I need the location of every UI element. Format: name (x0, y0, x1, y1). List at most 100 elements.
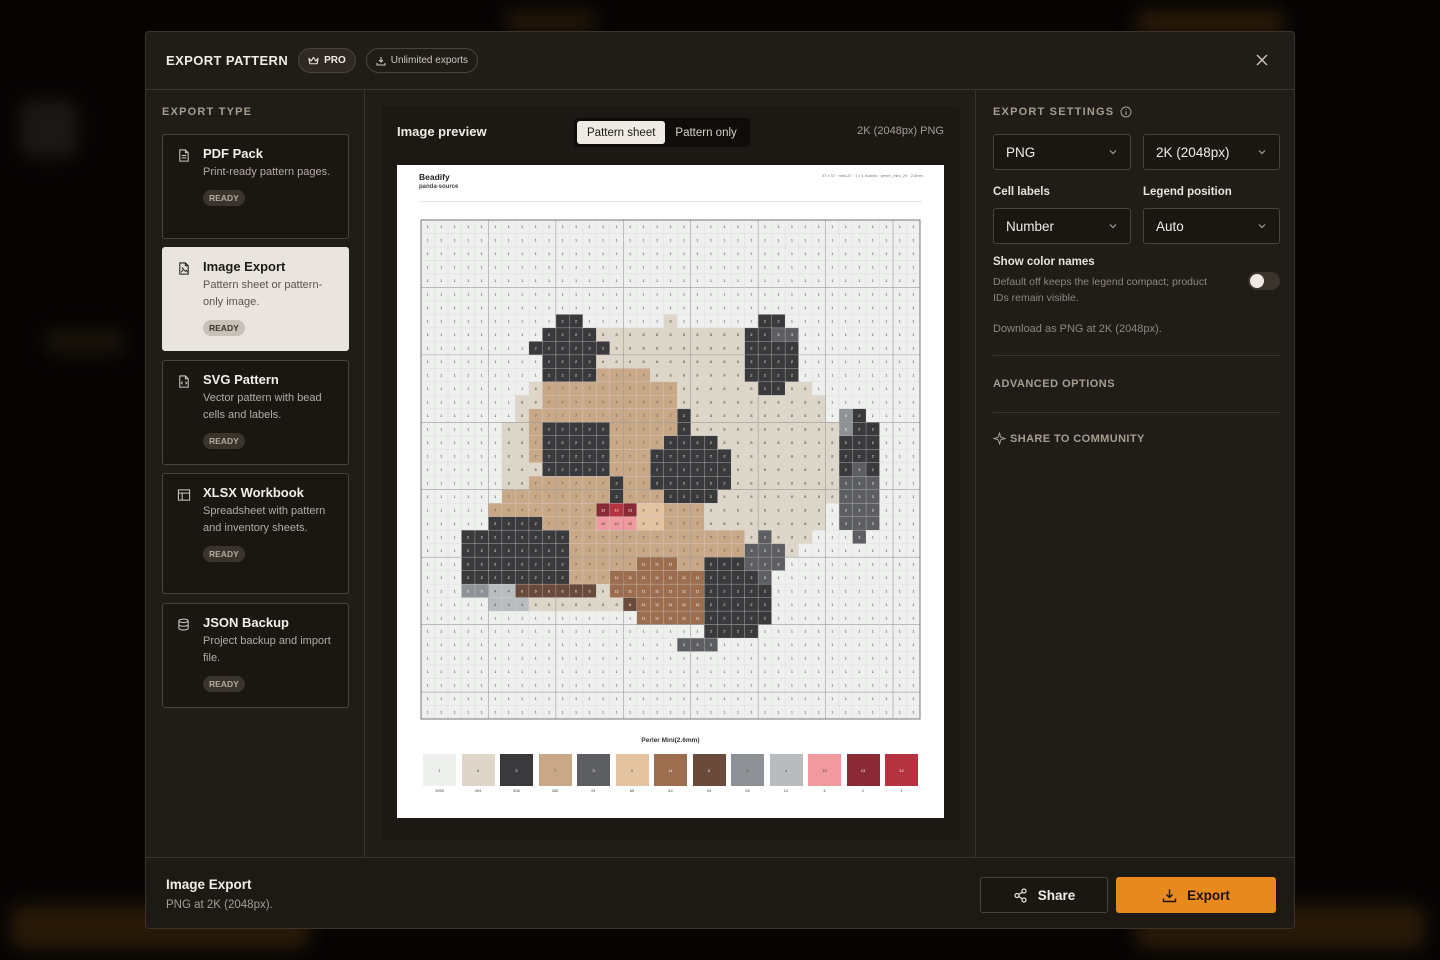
bead-cell-label: 1 (440, 495, 442, 499)
bead-cell-label: 1 (427, 266, 429, 270)
bead-cell-label: 1 (683, 252, 685, 256)
export-type-xlsx-workbook[interactable]: XLSX Workbook Spreadsheet with pattern an… (162, 473, 349, 594)
tab-pattern-sheet[interactable]: Pattern sheet (577, 121, 666, 144)
cell-labels-select[interactable]: Number (993, 208, 1131, 244)
tab-pattern-only[interactable]: Pattern only (665, 121, 746, 144)
bead-cell-label: 7 (669, 427, 671, 431)
bead-cell-label: 1 (912, 657, 914, 661)
bead-cell-label: 1 (791, 279, 793, 283)
share-to-community-button[interactable]: SHARE TO COMMUNITY (993, 432, 1145, 445)
bead-cell-label: 1 (494, 239, 496, 243)
chevron-down-icon (1109, 150, 1117, 155)
bead-cell-label: 1 (737, 670, 739, 674)
bead-cell-label: 1 (521, 630, 523, 634)
bead-cell-label: 1 (454, 239, 456, 243)
bead-cell-label: 7 (642, 454, 644, 458)
dialog-header: EXPORT PATTERN PRO Unlimited exports (146, 32, 1294, 90)
bead-cell-label: 1 (885, 616, 887, 620)
bead-cell-label: 1 (858, 576, 860, 580)
bead-cell-label: 1 (710, 266, 712, 270)
swatch-color: 6 (692, 754, 726, 786)
bead-cell-label: 2 (710, 454, 712, 458)
bead-cell-label: 1 (494, 670, 496, 674)
bead-cell-label: 1 (818, 239, 820, 243)
bead-cell-label: 1 (804, 293, 806, 297)
bead-cell-label: 2 (791, 373, 793, 377)
bead-cell-label: 1 (454, 279, 456, 283)
bead-cell-label: 7 (548, 508, 550, 512)
bead-cell-label: 1 (440, 414, 442, 418)
bead-cell-label: 3 (872, 495, 874, 499)
export-type-json-backup[interactable]: JSON Backup Project backup and import fil… (162, 603, 349, 708)
show-color-names-toggle[interactable] (1248, 272, 1280, 290)
format-select[interactable]: PNG (993, 134, 1131, 170)
bead-cell-label: 1 (454, 266, 456, 270)
bead-cell-label: 1 (467, 373, 469, 377)
bead-cell-label: 2 (696, 468, 698, 472)
bead-cell-label: 1 (508, 373, 510, 377)
bead-cell-label: 1 (912, 252, 914, 256)
bead-cell-label: 7 (629, 427, 631, 431)
bead-cell-label: 11 (669, 603, 673, 607)
legend-position-select[interactable]: Auto (1143, 208, 1280, 244)
bead-cell-label: 1 (440, 225, 442, 229)
bead-cell-label: 7 (548, 481, 550, 485)
export-button[interactable]: Export (1116, 877, 1276, 913)
advanced-options-toggle[interactable]: ADVANCED OPTIONS (993, 378, 1115, 390)
bead-cell-label: 1 (589, 657, 591, 661)
bead-cell-label: 1 (481, 643, 483, 647)
legend-swatch: 5 28 (731, 754, 764, 794)
bead-cell-label: 1 (535, 266, 537, 270)
bead-cell-label: 1 (791, 589, 793, 593)
bead-cell-label: 8 (750, 468, 752, 472)
export-type-pdf-pack[interactable]: PDF Pack Print-ready pattern pages. READY (162, 134, 349, 239)
bead-cell-label: 1 (791, 603, 793, 607)
bead-cell-label: 2 (858, 427, 860, 431)
bead-cell-label: 8 (791, 508, 793, 512)
bead-cell-label: 1 (548, 670, 550, 674)
bead-cell-label: 1 (454, 670, 456, 674)
export-type-svg-pattern[interactable]: SVG Pattern Vector pattern with bead cell… (162, 360, 349, 465)
ready-badge: READY (203, 190, 245, 206)
bead-cell-label: 1 (764, 670, 766, 674)
bead-cell-label: 1 (427, 360, 429, 364)
bead-cell-label: 2 (872, 441, 874, 445)
preview-title: Image preview (397, 124, 487, 139)
close-button[interactable] (1250, 48, 1274, 72)
bead-cell-label: 8 (804, 481, 806, 485)
bead-cell-label: 8 (818, 481, 820, 485)
bead-cell-label: 1 (710, 697, 712, 701)
bead-cell-label: 1 (683, 306, 685, 310)
bead-cell-label: 8 (777, 427, 779, 431)
export-type-image-export[interactable]: Image Export Pattern sheet or pattern-onl… (162, 247, 349, 351)
bead-cell-label: 1 (548, 697, 550, 701)
bead-cell-label: 8 (548, 603, 550, 607)
bead-cell-label: 1 (831, 630, 833, 634)
resolution-select[interactable]: 2K (2048px) (1143, 134, 1280, 170)
bead-cell-label: 7 (737, 535, 739, 539)
bead-cell-label: 8 (669, 360, 671, 364)
bead-cell-label: 1 (885, 373, 887, 377)
bead-cell-label: 1 (777, 603, 779, 607)
bead-cell-label: 2 (548, 576, 550, 580)
bead-cell-label: 7 (656, 495, 658, 499)
bead-cell-label: 1 (750, 711, 752, 715)
bead-cell-label: 1 (494, 320, 496, 324)
bead-cell-label: 7 (602, 495, 604, 499)
bead-cell-label: 2 (548, 562, 550, 566)
bead-cell-label: 1 (535, 279, 537, 283)
bead-cell-label: 1 (440, 360, 442, 364)
bead-cell-label: 1 (427, 630, 429, 634)
bead-cell-label: 1 (562, 697, 564, 701)
bead-cell-label: 4 (508, 603, 510, 607)
info-icon[interactable] (1120, 106, 1132, 118)
bead-cell-label: 8 (669, 320, 671, 324)
share-button[interactable]: Share (980, 877, 1108, 913)
bead-cell-label: 1 (467, 670, 469, 674)
bead-cell-label: 9 (656, 522, 658, 526)
bead-cell-label: 1 (494, 333, 496, 337)
swatch-number: 13 (860, 767, 866, 773)
bead-cell-label: 1 (481, 711, 483, 715)
bead-cell-label: 1 (562, 252, 564, 256)
bead-cell-label: 1 (872, 576, 874, 580)
